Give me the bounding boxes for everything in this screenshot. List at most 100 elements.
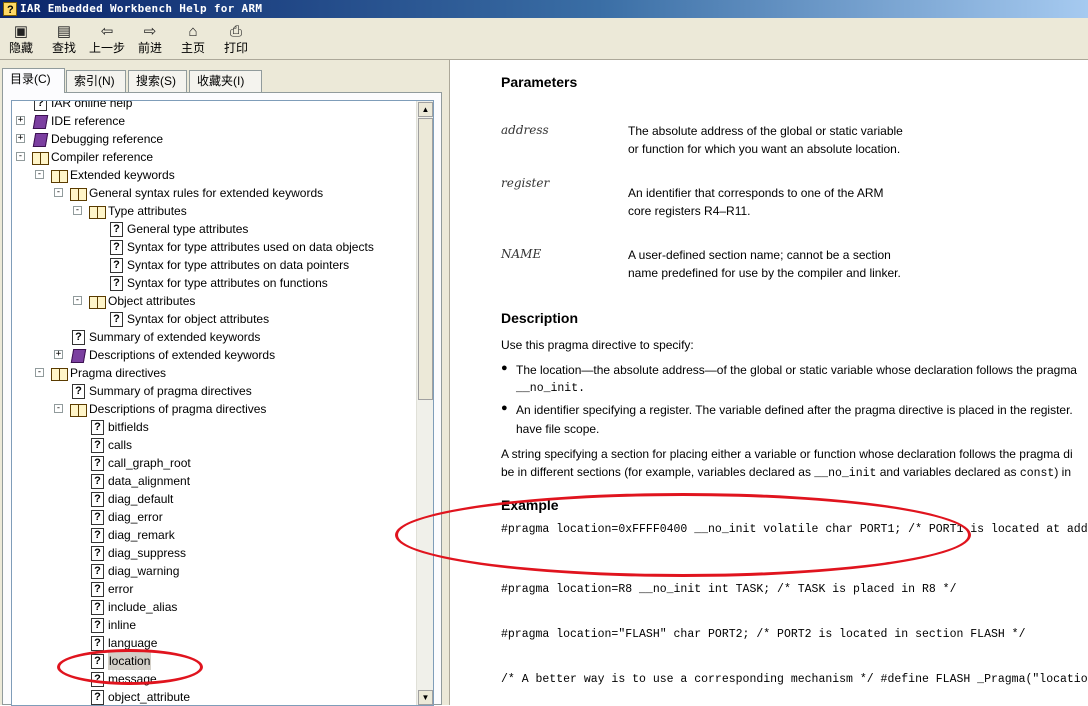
help-topic-page-icon: ? xyxy=(91,654,104,669)
collapse-minus-icon[interactable]: - xyxy=(73,206,82,215)
para-text: be in different sections (for example, v… xyxy=(501,465,815,479)
collapse-minus-icon[interactable]: - xyxy=(35,170,44,179)
para-text: ) in xyxy=(1054,465,1072,479)
back-arrow-icon: ⇦ xyxy=(100,23,114,40)
code-block: /* A better way is to use a correspondin… xyxy=(501,673,1088,686)
pane-splitter[interactable] xyxy=(446,60,450,705)
bullet-text-line: __no_init. xyxy=(516,382,586,395)
help-topic-page-icon: ? xyxy=(91,636,104,651)
expand-plus-icon[interactable]: + xyxy=(16,134,25,143)
help-topic-page-icon: ? xyxy=(34,101,47,111)
description-heading: Description xyxy=(501,310,579,326)
forward-arrow-icon: ⇨ xyxy=(143,23,157,40)
home-label: 主页 xyxy=(180,41,205,55)
tree-item-label: call_graph_root xyxy=(108,456,191,470)
help-topic-page-icon: ? xyxy=(91,528,104,543)
forward-label: 前进 xyxy=(137,41,162,55)
closed-book-icon xyxy=(32,114,48,128)
para-text: and variables declared as xyxy=(876,465,1020,479)
help-topic-page-icon: ? xyxy=(91,492,104,507)
scroll-up-arrow-icon[interactable]: ▲ xyxy=(418,102,433,117)
section-paragraph-line: be in different sections (for example, v… xyxy=(501,463,1071,483)
tab-favorites[interactable]: 收藏夹(I) xyxy=(189,70,262,92)
home-button[interactable]: ⌂ 主页 xyxy=(173,21,213,59)
find-label: 查找 xyxy=(51,41,76,55)
tab-search[interactable]: 搜索(S) xyxy=(128,70,187,92)
tree-item-label: Syntax for type attributes used on data … xyxy=(127,240,374,254)
parameters-heading: Parameters xyxy=(501,74,578,90)
scrollbar-thumb[interactable] xyxy=(418,118,433,400)
help-topic-page-icon: ? xyxy=(91,690,104,705)
tree-item-label: bitfields xyxy=(108,420,149,434)
collapse-minus-icon[interactable]: - xyxy=(16,152,25,161)
window-title: IAR Embedded Workbench Help for ARM xyxy=(20,2,263,15)
tree-item-label: Syntax for type attributes on data point… xyxy=(127,258,350,272)
open-book-icon xyxy=(70,186,87,201)
tab-contents[interactable]: 目录(C) xyxy=(2,68,65,93)
bullet-text-line: have file scope. xyxy=(516,422,600,436)
para-code: __no_init xyxy=(814,467,877,480)
tree-item-label: data_alignment xyxy=(108,474,191,488)
contents-panel: ? IAR online help + IDE reference + Debugging… xyxy=(2,92,442,706)
help-topic-page-icon: ? xyxy=(110,222,123,237)
tree-item-label: Syntax for type attributes on functions xyxy=(127,276,328,290)
help-topic-page-icon: ? xyxy=(91,474,104,489)
collapse-minus-icon[interactable]: - xyxy=(54,188,63,197)
print-label: 打印 xyxy=(223,41,248,55)
navigation-pane: 目录(C) 索引(N) 搜索(S) 收藏夹(I) ? IAR online hel… xyxy=(0,60,446,706)
tree-item-label: Syntax for object attributes xyxy=(127,312,270,326)
param-desc-line: name predefined for use by the compiler … xyxy=(628,266,901,280)
param-desc-line: An identifier that corresponds to one of… xyxy=(628,186,884,200)
hide-button[interactable]: ▣ 隐藏 xyxy=(1,21,41,59)
tree-item-label: Descriptions of extended keywords xyxy=(89,348,276,362)
help-topic-page-icon: ? xyxy=(91,456,104,471)
tree-item-label: language xyxy=(108,636,158,650)
hide-pane-icon: ▣ xyxy=(13,23,29,40)
tree-item-label: Object attributes xyxy=(108,294,196,308)
open-book-icon xyxy=(89,204,106,219)
scroll-down-arrow-icon[interactable]: ▼ xyxy=(418,690,433,705)
window-title-bar: IAR Embedded Workbench Help for ARM xyxy=(0,0,1088,19)
help-topic-page-icon: ? xyxy=(110,276,123,291)
expand-plus-icon[interactable]: + xyxy=(16,116,25,125)
contents-tree-box: ? IAR online help + IDE reference + Debugging… xyxy=(11,100,434,706)
print-button[interactable]: ⎙ 打印 xyxy=(216,21,256,59)
param-name: NAME xyxy=(501,247,542,261)
home-icon: ⌂ xyxy=(188,23,198,40)
tree-item-label: error xyxy=(108,582,134,596)
tree-item-label: diag_warning xyxy=(108,564,180,578)
tree-item-label: General syntax rules for extended keywor… xyxy=(89,186,324,200)
tab-index[interactable]: 索引(N) xyxy=(66,70,126,92)
find-button[interactable]: ▤ 查找 xyxy=(44,21,84,59)
help-topic-page-icon: ? xyxy=(91,546,104,561)
param-desc-line: A user-defined section name; cannot be a… xyxy=(628,248,891,262)
tree-item-label: IDE reference xyxy=(51,114,126,128)
tree-item-label: message xyxy=(108,672,157,686)
collapse-minus-icon[interactable]: - xyxy=(35,368,44,377)
hide-label: 隐藏 xyxy=(8,41,33,55)
forward-button[interactable]: ⇨ 前进 xyxy=(130,21,170,59)
section-paragraph-line: A string specifying a section for placin… xyxy=(501,447,1073,461)
help-topic-page-icon: ? xyxy=(91,420,104,435)
toolbar: ▣ 隐藏 ▤ 查找 ⇦ 上一步 ⇨ 前进 ⌂ 主页 ⎙ 打印 xyxy=(0,18,1088,60)
tree-vertical-scrollbar[interactable]: ▲ ▼ xyxy=(416,101,433,705)
bullet-text-line: An identifier specifying a register. The… xyxy=(516,403,1073,417)
open-book-icon xyxy=(32,150,49,165)
help-topic-page-icon: ? xyxy=(91,510,104,525)
code-block: #pragma location=R8 __no_init int TASK; … xyxy=(501,583,957,596)
expand-plus-icon[interactable]: + xyxy=(54,350,63,359)
bullet-dot-icon: ● xyxy=(501,362,508,374)
help-topic-page-icon: ? xyxy=(91,438,104,453)
open-book-icon xyxy=(89,294,106,309)
para-code: const xyxy=(1019,467,1055,480)
collapse-minus-icon[interactable]: - xyxy=(73,296,82,305)
help-topic-page-icon: ? xyxy=(91,618,104,633)
bullet-text-line: The location—the absolute address—of the… xyxy=(516,363,1077,377)
help-topic-page-icon: ? xyxy=(72,384,85,399)
param-desc-line: core registers R4–R11. xyxy=(628,204,751,218)
collapse-minus-icon[interactable]: - xyxy=(54,404,63,413)
back-button[interactable]: ⇦ 上一步 xyxy=(87,21,127,59)
param-desc-line: or function for which you want an absolu… xyxy=(628,142,901,156)
tree-item-label: include_alias xyxy=(108,600,178,614)
code-block: #pragma location="FLASH" char PORT2; /* … xyxy=(501,628,1026,641)
